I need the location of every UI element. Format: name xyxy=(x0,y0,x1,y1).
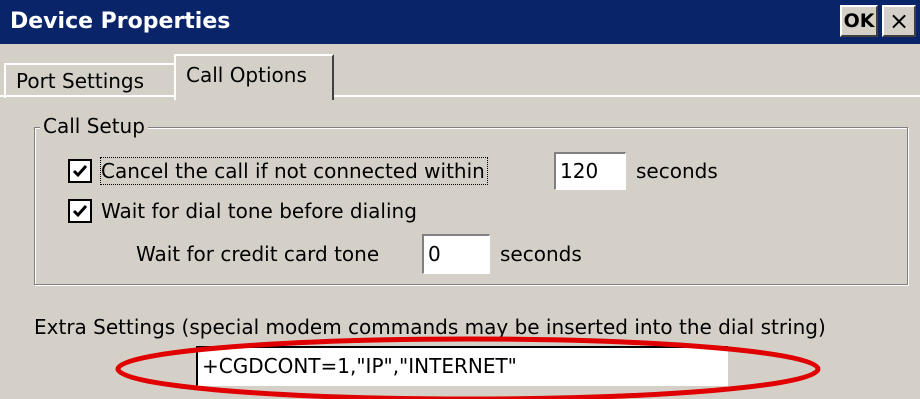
window-title: Device Properties xyxy=(10,9,231,34)
close-button[interactable]: × xyxy=(882,5,916,37)
wait-dial-tone-label[interactable]: Wait for dial tone before dialing xyxy=(101,198,417,224)
credit-card-tone-unit: seconds xyxy=(500,242,582,266)
cancel-timeout-input[interactable]: 120 xyxy=(554,152,626,190)
checkmark-icon xyxy=(72,205,88,218)
extra-settings-input[interactable]: +CGDCONT=1,"IP","INTERNET" xyxy=(196,346,728,386)
extra-settings-label: Extra Settings (special modem commands m… xyxy=(34,315,826,339)
tab-port-settings[interactable]: Port Settings xyxy=(4,63,176,98)
call-setup-label: Call Setup xyxy=(40,113,148,139)
checkmark-icon xyxy=(72,165,88,178)
cancel-timeout-unit: seconds xyxy=(636,159,718,183)
wait-dial-tone-checkbox[interactable] xyxy=(68,199,92,223)
ok-button[interactable]: OK xyxy=(840,5,878,37)
tab-strip: Port Settings Call Options xyxy=(0,44,920,100)
title-bar: Device Properties OK × xyxy=(0,0,920,44)
credit-card-tone-label: Wait for credit card tone xyxy=(136,242,380,266)
cancel-call-label[interactable]: Cancel the call if not connected within xyxy=(100,157,488,185)
cancel-call-checkbox[interactable] xyxy=(68,159,92,183)
credit-card-tone-input[interactable]: 0 xyxy=(422,234,490,274)
tab-call-options[interactable]: Call Options xyxy=(174,54,334,100)
